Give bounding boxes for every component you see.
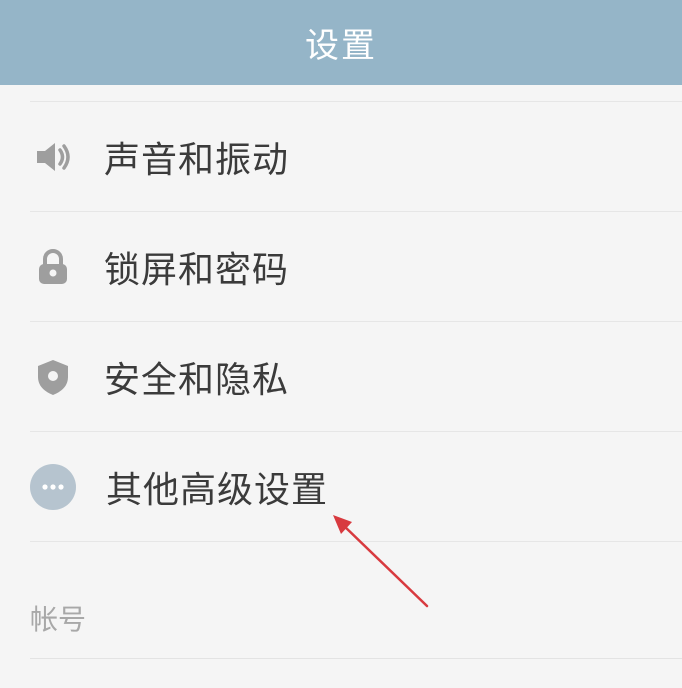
shield-icon <box>33 357 73 397</box>
title-bar: 设置 <box>0 0 682 85</box>
settings-item-label: 其他高级设置 <box>106 470 329 511</box>
settings-item-advanced[interactable]: 其他高级设置 <box>0 432 682 542</box>
row-divider <box>30 541 682 542</box>
settings-item-security-privacy[interactable]: 安全和隐私 <box>0 322 682 432</box>
page-title: 设置 <box>305 26 377 66</box>
settings-item-lockscreen-password[interactable]: 锁屏和密码 <box>0 212 682 322</box>
settings-item-label: 声音和振动 <box>104 140 290 181</box>
speaker-vibration-icon <box>33 137 73 177</box>
settings-item-label: 安全和隐私 <box>104 360 290 401</box>
section-divider <box>30 658 682 659</box>
settings-screen: 设置 声音和振动 锁屏和密码 安全和隐私 其他高级设置 帐号 <box>0 0 682 688</box>
lock-icon <box>33 247 73 287</box>
section-header-account: 帐号 <box>30 603 87 636</box>
settings-item-sound-vibration[interactable]: 声音和振动 <box>0 102 682 212</box>
settings-item-label: 锁屏和密码 <box>104 250 290 291</box>
more-dots-icon <box>30 464 76 510</box>
